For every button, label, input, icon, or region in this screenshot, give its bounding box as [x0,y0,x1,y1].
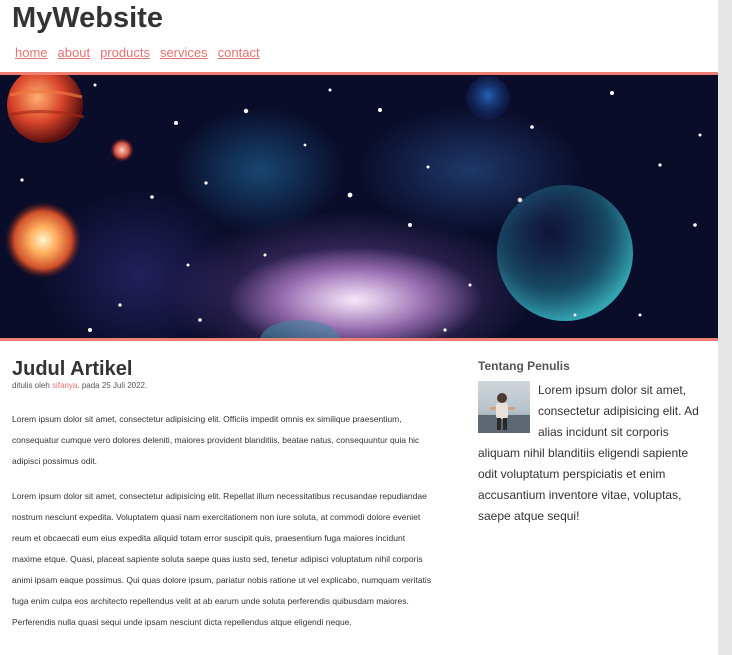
article-paragraph: Lorem ipsum dolor sit amet, consectetur … [12,491,432,627]
small-red-star [110,138,134,162]
nav-link-contact[interactable]: contact [218,45,260,60]
nav-link-about[interactable]: about [58,45,91,60]
orange-star [5,202,81,278]
page-scrollbar[interactable] [718,0,732,655]
article-byline: ditulis oleh sifanya. pada 25 Juli 2022. [12,381,432,391]
teal-planet-bottom [260,320,340,338]
byline-date: . pada 25 Juli 2022. [77,381,148,390]
author-sidebar: Tentang Penulis Lorem ipsum dolor sit am… [478,358,710,527]
person-photo-icon [478,393,530,433]
site-header: MyWebsite home about products services conta… [0,0,718,72]
blue-bubble [466,76,510,120]
red-planet [7,75,85,143]
nav-link-products[interactable]: products [100,45,150,60]
site-title[interactable]: MyWebsite [12,2,163,35]
page: MyWebsite home about products services conta… [0,0,718,655]
sidebar-heading: Tentang Penulis [478,359,570,373]
article: Judul Artikel ditulis oleh sifanya. pada… [12,357,432,633]
nav-link-home[interactable]: home [15,45,48,60]
galaxy-illustration [5,75,702,338]
author-avatar [478,381,530,433]
article-paragraph: Lorem ipsum dolor sit amet, consectetur … [12,414,420,466]
byline-prefix: ditulis oleh [12,381,53,390]
article-title: Judul Artikel [12,358,133,380]
main-nav: home about products services contact [9,44,264,62]
author-link[interactable]: sifanya [52,381,77,390]
nav-link-services[interactable]: services [160,45,208,60]
hero-banner-image [0,75,718,338]
content-area: Judul Artikel ditulis oleh sifanya. pada… [0,341,718,655]
teal-bubble-planet [497,185,633,321]
